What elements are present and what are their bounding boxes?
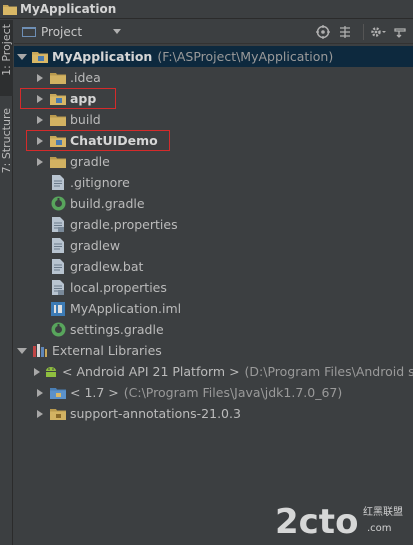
project-view-icon [22, 26, 36, 37]
tree-item-build-gradle[interactable]: build.gradle [14, 193, 413, 214]
project-toolbar: Project [14, 20, 413, 44]
chevron-down-icon [113, 29, 121, 34]
root-path: (F:\ASProject\MyApplication) [157, 49, 334, 64]
tree-item-label: gradlew.bat [70, 259, 144, 274]
tree-item-label: .gitignore [70, 175, 130, 190]
text-file-icon [50, 238, 66, 254]
tree-item-support-annotations[interactable]: support-annotations-21.0.3 [14, 403, 413, 424]
tree-item-idea[interactable]: .idea [14, 67, 413, 88]
collapsed-arrow-icon[interactable] [34, 387, 46, 399]
sdk-name: < Android API 21 Platform > [62, 364, 240, 379]
root-name: MyApplication [52, 49, 153, 64]
collapsed-arrow-icon[interactable] [34, 72, 46, 84]
library-icon [32, 343, 48, 359]
tree-item-label: gradle.properties [70, 217, 178, 232]
tree-item-android-sdk[interactable]: < Android API 21 Platform > (D:\Program … [14, 361, 413, 382]
expanded-arrow-icon[interactable] [16, 51, 28, 63]
tree-item-label: build [70, 112, 101, 127]
tree-external-libraries[interactable]: External Libraries [14, 340, 413, 361]
project-tool-tab[interactable]: 1: Project [0, 20, 13, 96]
tree-item-gradle-properties[interactable]: gradle.properties [14, 214, 413, 235]
tree-item-label: MyApplication.iml [70, 301, 182, 316]
view-selector-dropdown[interactable]: Project [19, 23, 124, 41]
folder-icon [50, 112, 66, 128]
properties-file-icon [50, 217, 66, 233]
hide-icon[interactable] [391, 23, 409, 41]
toolbar-separator [363, 24, 364, 40]
tree-item-gradlew[interactable]: gradlew [14, 235, 413, 256]
tree-item-jdk[interactable]: < 1.7 > (C:\Program Files\Java\jdk1.7.0_… [14, 382, 413, 403]
jar-folder-icon [50, 406, 66, 422]
tree-item-label: local.properties [70, 280, 167, 295]
folder-icon [50, 154, 66, 170]
structure-tool-tab[interactable]: 7: Structure [0, 104, 13, 194]
watermark-logo-text: 2cto [275, 502, 358, 542]
project-tab-label: 1: Project [0, 24, 13, 76]
tree-item-gitignore[interactable]: .gitignore [14, 172, 413, 193]
android-icon [44, 364, 58, 380]
window-title: MyApplication [20, 2, 117, 16]
collapse-icon[interactable] [336, 23, 354, 41]
view-selector-label: Project [41, 24, 83, 39]
text-file-icon [50, 259, 66, 275]
tree-item-label: settings.gradle [70, 322, 164, 337]
tree-item-label: gradlew [70, 238, 121, 253]
expanded-arrow-icon[interactable] [16, 345, 28, 357]
sdk-path: (D:\Program Files\Android so [244, 364, 413, 379]
tree-item-gradlew-bat[interactable]: gradlew.bat [14, 256, 413, 277]
tree-root-myapplication[interactable]: MyApplication (F:\ASProject\MyApplicatio… [14, 46, 413, 67]
tree-item-label: .idea [70, 70, 101, 85]
watermark-cn-text: 红黑联盟 [363, 505, 403, 518]
gear-icon[interactable] [369, 23, 387, 41]
highlight-box-chatuidemo [26, 130, 170, 151]
highlight-box-app [20, 88, 116, 109]
gradle-file-icon [50, 322, 66, 338]
target-icon[interactable] [314, 23, 332, 41]
title-bar: MyApplication [0, 0, 413, 19]
collapsed-arrow-icon[interactable] [34, 114, 46, 126]
jdk-path: (C:\Program Files\Java\jdk1.7.0_67) [123, 385, 343, 400]
module-folder-icon [32, 49, 48, 65]
folder-icon [50, 70, 66, 86]
tree-item-label: support-annotations-21.0.3 [70, 406, 241, 421]
tree-item-build[interactable]: build [14, 109, 413, 130]
iml-file-icon [50, 301, 66, 317]
watermark-suffix-text: .com [367, 523, 392, 534]
tree-item-local-properties[interactable]: local.properties [14, 277, 413, 298]
watermark-logo: 2cto 红黑联盟 .com [275, 495, 413, 545]
external-libraries-label: External Libraries [52, 343, 162, 358]
folder-icon [3, 0, 17, 19]
project-tree: MyApplication (F:\ASProject\MyApplicatio… [14, 45, 413, 545]
properties-file-icon [50, 280, 66, 296]
collapsed-arrow-icon[interactable] [34, 408, 46, 420]
tree-item-settings-gradle[interactable]: settings.gradle [14, 319, 413, 340]
tree-item-iml[interactable]: MyApplication.iml [14, 298, 413, 319]
tree-item-label: build.gradle [70, 196, 145, 211]
jdk-name: < 1.7 > [70, 385, 119, 400]
structure-tab-label: 7: Structure [0, 108, 13, 174]
text-file-icon [50, 175, 66, 191]
tree-item-label: gradle [70, 154, 110, 169]
collapsed-arrow-icon[interactable] [34, 156, 46, 168]
jdk-folder-icon [50, 385, 66, 401]
gradle-file-icon [50, 196, 66, 212]
collapsed-arrow-icon[interactable] [34, 366, 40, 378]
tool-window-strip: 1: Project 7: Structure [0, 20, 13, 545]
tree-item-gradle[interactable]: gradle [14, 151, 413, 172]
